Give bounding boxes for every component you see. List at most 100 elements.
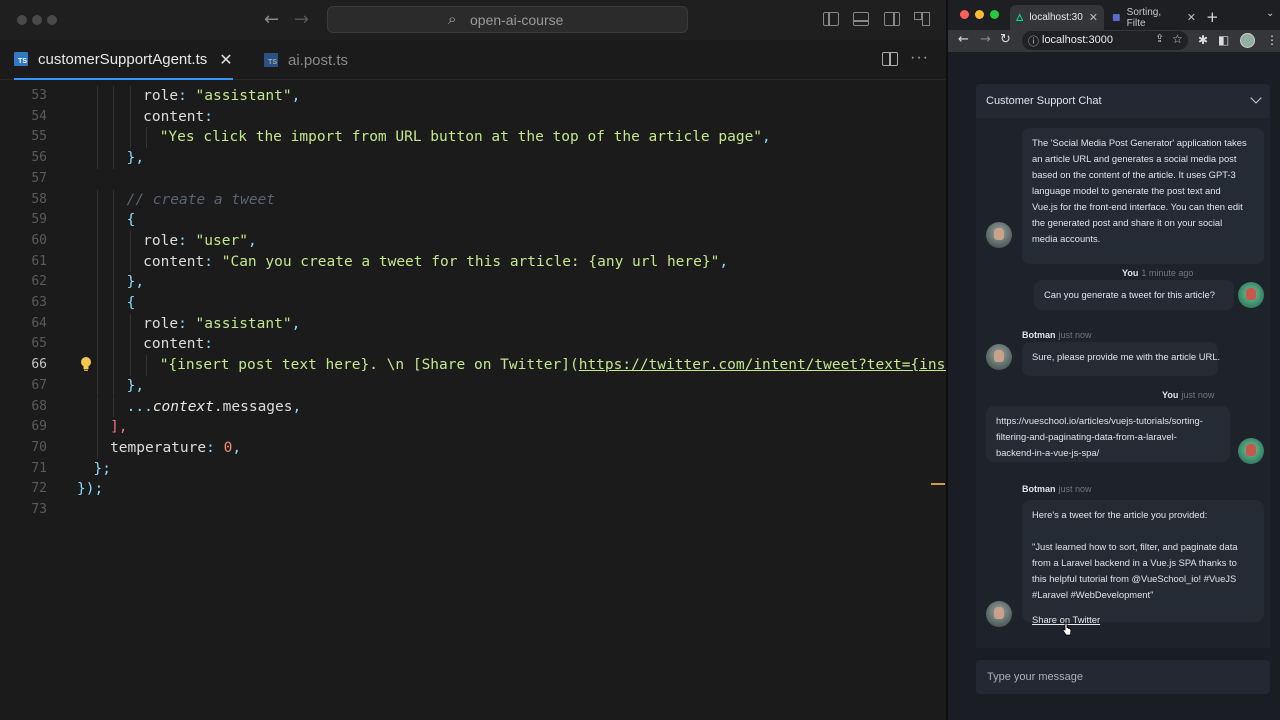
- site-info-icon[interactable]: ⓘ: [1028, 33, 1039, 49]
- zoom-window-dot[interactable]: [990, 10, 999, 19]
- minimize-window-dot[interactable]: [32, 15, 42, 25]
- code-line[interactable]: 60 role: "user",: [0, 230, 946, 252]
- code-area[interactable]: 53 role: "assistant", 54 content: 55 "Yes cli…: [0, 86, 989, 720]
- browser-tab-sorting[interactable]: Sorting, Filte ✕: [1106, 5, 1202, 30]
- code-line[interactable]: 53 role: "assistant",: [0, 86, 946, 107]
- code-line[interactable]: 54 content:: [0, 106, 946, 128]
- browser-toolbar: ← → ↻ ⓘ localhost:3000 ⇪ ☆ ✱ ◧ ⋮: [948, 30, 1280, 52]
- code-token: "Can you create a tweet for this article…: [221, 253, 720, 270]
- code-token: "user": [195, 232, 248, 249]
- toggle-panel-icon[interactable]: [853, 12, 869, 26]
- code-token: role: [143, 232, 179, 249]
- command-center-search[interactable]: ⌕ open-ai-course: [327, 6, 688, 33]
- code-token[interactable]: https://twitter.com/intent/tweet?text={i…: [579, 357, 989, 373]
- indent-guide: [113, 375, 115, 397]
- bookmark-star-icon[interactable]: ☆: [1172, 32, 1183, 46]
- more-actions-icon[interactable]: ···: [910, 49, 929, 67]
- profile-avatar[interactable]: [1240, 33, 1255, 48]
- forward-arrow-icon[interactable]: →: [980, 32, 991, 47]
- code-line[interactable]: 55 "Yes click the import from URL button …: [0, 127, 946, 149]
- close-window-dot[interactable]: [17, 15, 27, 25]
- browser-tab-localhost[interactable]: localhost:30 ✕: [1010, 5, 1104, 30]
- tab-ai-post[interactable]: TS ai.post.ts: [264, 40, 348, 80]
- indent-guide: [96, 293, 98, 314]
- code-line-content: content: "Can you create a tweet for thi…: [143, 252, 728, 273]
- code-line[interactable]: 58 // create a tweet: [0, 189, 946, 211]
- message-input[interactable]: [976, 660, 1270, 694]
- avatar-face-shape: [994, 350, 1004, 362]
- browser-tab-label: localhost:30: [1029, 12, 1083, 23]
- code-line-content: content:: [143, 107, 213, 128]
- message-text-line: #Laravel #WebDevelopment": [1032, 589, 1154, 600]
- code-token: :: [178, 232, 196, 249]
- code-line[interactable]: 64 role: "assistant",: [0, 313, 946, 335]
- user-message-bubble: Can you generate a tweet for this articl…: [1034, 280, 1234, 310]
- browser-window: localhost:30 ✕ Sorting, Filte ✕ + ⌄ ← → …: [946, 0, 1280, 720]
- code-line[interactable]: 67},: [0, 375, 946, 397]
- new-tab-icon[interactable]: +: [1206, 8, 1219, 26]
- share-icon[interactable]: ⇪: [1155, 32, 1164, 45]
- code-token: ...: [126, 398, 153, 415]
- close-icon[interactable]: ✕: [219, 50, 232, 69]
- code-line[interactable]: 66 "{insert post text here}. \n [Share on…: [0, 355, 989, 376]
- zoom-window-dot[interactable]: [47, 15, 57, 25]
- code-line[interactable]: 72});: [0, 479, 946, 500]
- indent-guide: [129, 127, 131, 149]
- browser-menu-icon[interactable]: ⋮: [1266, 33, 1278, 47]
- minimize-window-dot[interactable]: [975, 10, 984, 19]
- address-url: localhost:3000: [1042, 34, 1113, 46]
- code-line[interactable]: 71};: [0, 459, 946, 480]
- code-line[interactable]: 62},: [0, 272, 946, 293]
- chevron-down-icon[interactable]: [1250, 92, 1262, 104]
- extensions-puzzle-icon[interactable]: ✱: [1198, 33, 1208, 47]
- code-line[interactable]: 61 content: "Can you create a tweet for t…: [0, 251, 946, 273]
- code-line[interactable]: 70 temperature: 0,: [0, 437, 946, 459]
- indent-guide: [129, 355, 131, 376]
- close-icon[interactable]: ✕: [1089, 11, 1098, 24]
- code-line[interactable]: 73: [0, 500, 946, 521]
- bot-avatar: [986, 344, 1012, 370]
- chat-header[interactable]: Customer Support Chat: [976, 84, 1270, 118]
- code-line[interactable]: 68 ...context.messages,: [0, 396, 946, 418]
- indent-guide: [96, 437, 98, 459]
- indent-guide: [113, 230, 115, 252]
- code-line-content: };: [94, 459, 111, 480]
- editor-titlebar: ← → ⌕ open-ai-course: [0, 0, 946, 40]
- indent-guide: [96, 86, 98, 107]
- message-text-line: an article URL and generates a social me…: [1032, 153, 1237, 164]
- indent-guide: [96, 375, 98, 397]
- reload-icon[interactable]: ↻: [1000, 32, 1011, 47]
- code-line[interactable]: 56},: [0, 148, 946, 169]
- side-panel-icon[interactable]: ◧: [1218, 33, 1229, 47]
- code-line[interactable]: 59 {: [0, 210, 946, 231]
- split-editor-icon[interactable]: [882, 52, 898, 66]
- code-token: ,: [762, 129, 771, 146]
- code-line[interactable]: 65 content:: [0, 334, 946, 356]
- code-token: content: [143, 253, 205, 270]
- message-sender: You: [1122, 268, 1139, 278]
- indent-guide: [129, 106, 131, 128]
- indent-guide: [96, 106, 98, 128]
- code-token: ,: [719, 253, 729, 270]
- back-arrow-icon[interactable]: ←: [958, 32, 969, 47]
- close-window-dot[interactable]: [960, 10, 969, 19]
- indent-guide: [113, 148, 115, 169]
- customize-layout-icon[interactable]: [914, 12, 930, 26]
- indent-guide: [113, 86, 115, 107]
- tab-customer-support-agent[interactable]: TS customerSupportAgent.ts ✕: [14, 40, 233, 80]
- tab-search-chevron-icon[interactable]: ⌄: [1266, 8, 1274, 19]
- code-line[interactable]: 69],: [0, 417, 946, 438]
- code-line[interactable]: 63 {: [0, 293, 946, 314]
- back-arrow-icon[interactable]: ←: [264, 9, 279, 30]
- code-token: {: [126, 212, 136, 229]
- code-token: },: [126, 150, 145, 167]
- forward-arrow-icon[interactable]: →: [294, 9, 309, 30]
- toggle-primary-sidebar-icon[interactable]: [823, 12, 839, 26]
- message-meta: You 1 minute ago: [1122, 268, 1193, 278]
- address-bar[interactable]: ⓘ localhost:3000 ⇪ ☆: [1022, 31, 1188, 50]
- chat-message-list[interactable]: The 'Social Media Post Generator' applic…: [976, 118, 1270, 648]
- code-line[interactable]: 57: [0, 169, 946, 190]
- close-icon[interactable]: ✕: [1187, 11, 1196, 24]
- toggle-secondary-sidebar-icon[interactable]: [884, 12, 900, 26]
- lightbulb-icon[interactable]: [80, 356, 92, 372]
